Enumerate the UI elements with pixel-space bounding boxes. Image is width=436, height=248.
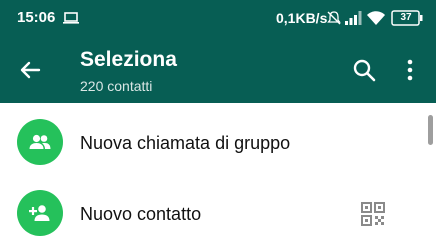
qr-code-icon[interactable] bbox=[359, 200, 387, 228]
more-vert-icon[interactable] bbox=[402, 56, 418, 84]
list-item-label: Nuova chiamata di gruppo bbox=[80, 133, 291, 153]
search-icon[interactable] bbox=[350, 56, 378, 84]
signal-icon bbox=[344, 10, 362, 26]
app-bar: Seleziona 220 contatti bbox=[0, 36, 436, 103]
status-time: 15:06 bbox=[17, 9, 56, 26]
scrollbar[interactable] bbox=[428, 115, 433, 145]
mute-icon bbox=[326, 10, 342, 26]
status-bar: 15:06 0,1KB/s 37 bbox=[0, 0, 436, 36]
list-item-new-group-call[interactable]: Nuova chiamata di gruppo bbox=[0, 107, 436, 177]
battery-level: 37 bbox=[400, 12, 412, 23]
contact-list: Nuova chiamata di gruppo Nuovo contatto bbox=[0, 103, 436, 245]
wifi-icon bbox=[366, 10, 386, 26]
avatar bbox=[17, 190, 63, 236]
list-item-label: Nuovo contatto bbox=[80, 204, 202, 224]
page-title: Seleziona bbox=[80, 48, 177, 71]
avatar bbox=[17, 119, 63, 165]
network-speed: 0,1KB/s bbox=[276, 10, 328, 26]
list-item-new-contact[interactable]: Nuovo contatto bbox=[0, 178, 436, 248]
contact-count: 220 contatti bbox=[80, 78, 153, 94]
laptop-icon bbox=[63, 12, 79, 24]
back-arrow-icon[interactable] bbox=[16, 56, 44, 84]
